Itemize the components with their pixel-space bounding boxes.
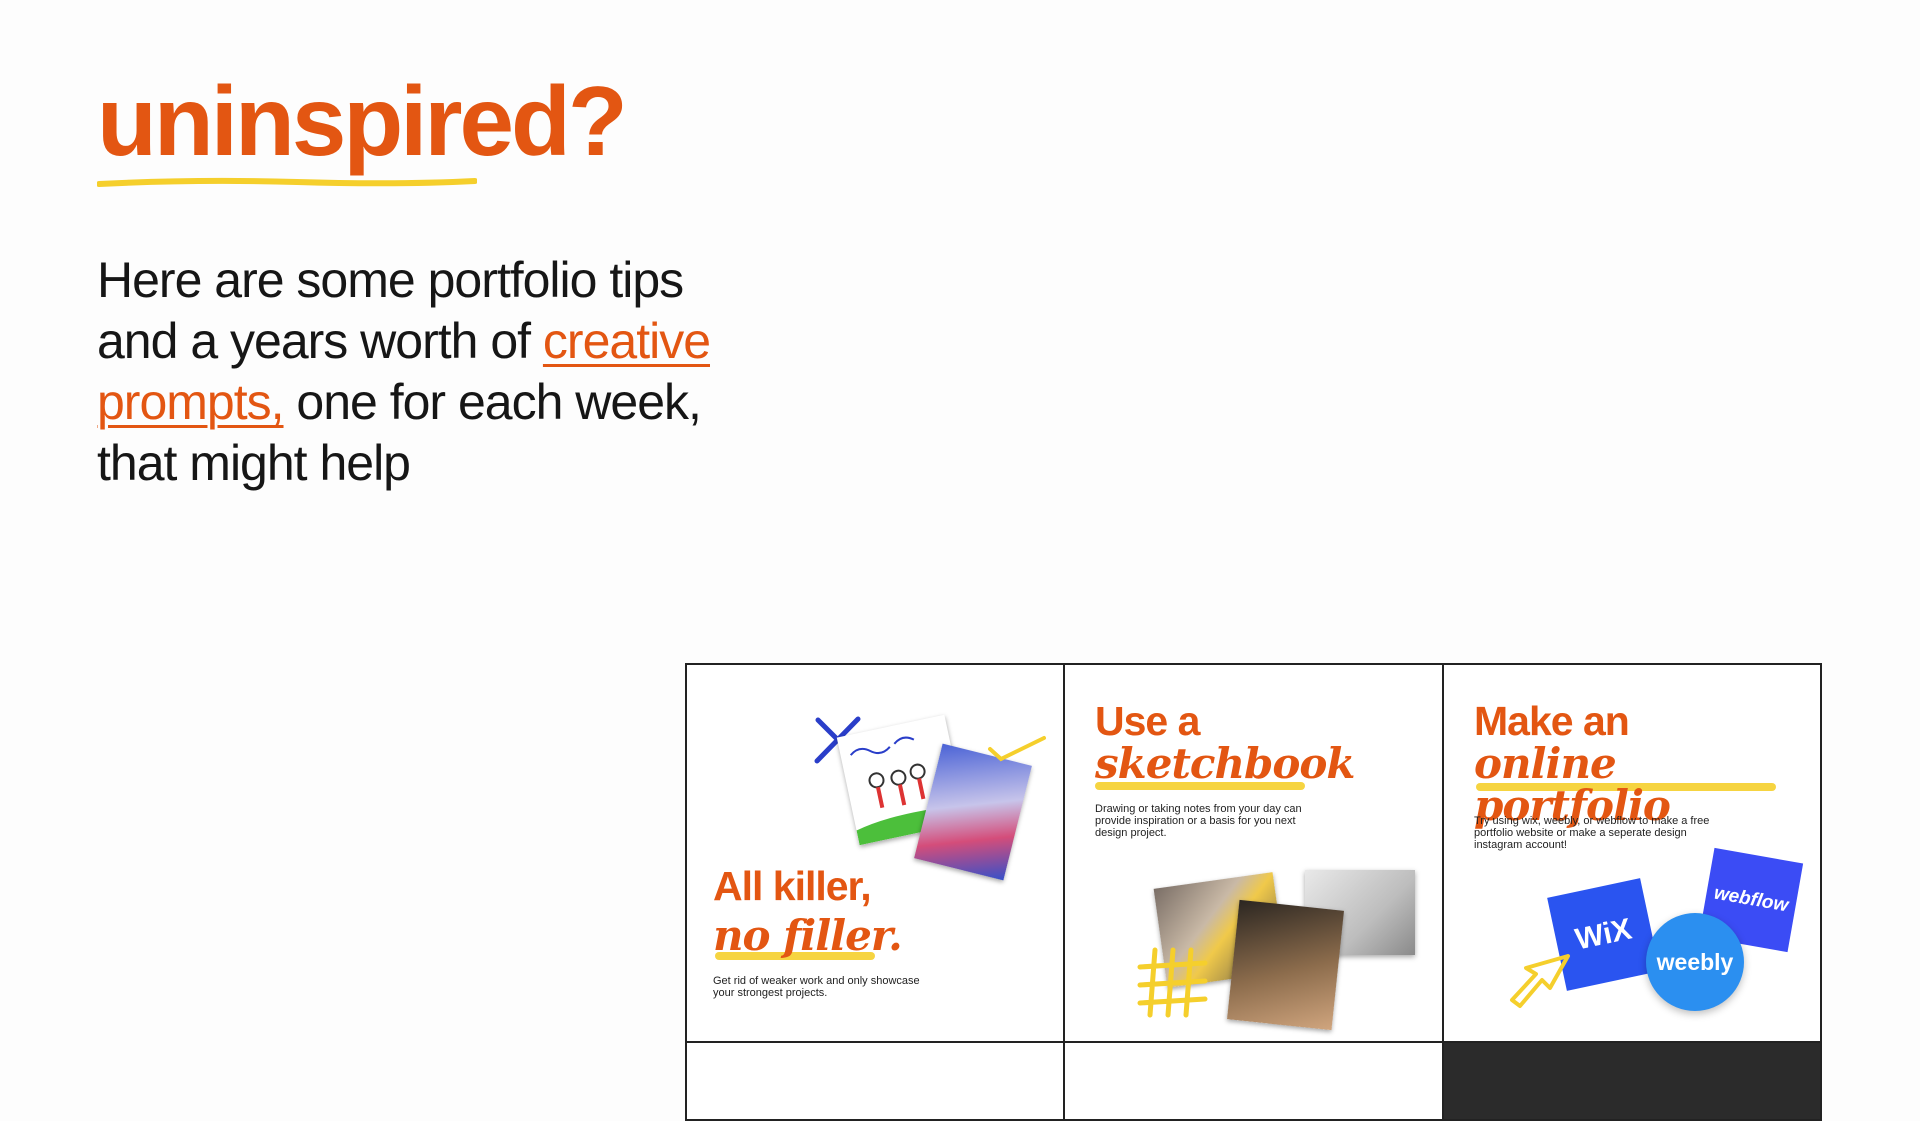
card-title-italic: no filler. (713, 911, 903, 960)
tips-grid: All killer, no filler. Get rid of weaker… (685, 663, 1822, 1121)
tip-card-6[interactable] (1442, 1041, 1822, 1121)
tip-card-5[interactable] (1063, 1041, 1444, 1121)
weebly-logo: weebly (1646, 913, 1744, 1011)
intro-paragraph: Here are some portfolio tips and a years… (97, 250, 757, 494)
card-title: Make an (1474, 698, 1630, 744)
page-title: uninspired? (97, 66, 628, 176)
tip-card-all-killer[interactable]: All killer, no filler. Get rid of weaker… (685, 663, 1065, 1043)
tip-card-4[interactable] (685, 1041, 1065, 1121)
title-underline (97, 177, 477, 187)
card-title: Use a (1095, 698, 1200, 744)
tip-card-sketchbook[interactable]: Use a sketchbook Drawing or taking notes… (1063, 663, 1444, 1043)
card-description: Drawing or taking notes from your day ca… (1095, 803, 1302, 839)
yellow-check-doodle (988, 736, 1046, 762)
sketchbook-photo (1227, 899, 1344, 1031)
card-title-italic: sketchbook (1095, 739, 1355, 788)
card-title: All killer, (713, 863, 872, 909)
cursor-arrow-icon (1510, 954, 1570, 1008)
yellow-grid-doodle (1137, 947, 1208, 1018)
tip-card-online-portfolio[interactable]: Make an online portfolio Try using wix, … (1442, 663, 1822, 1043)
card-description: Get rid of weaker work and only showcase… (713, 975, 920, 999)
card-description: Try using wix, weebly, or webflow to mak… (1474, 815, 1710, 851)
